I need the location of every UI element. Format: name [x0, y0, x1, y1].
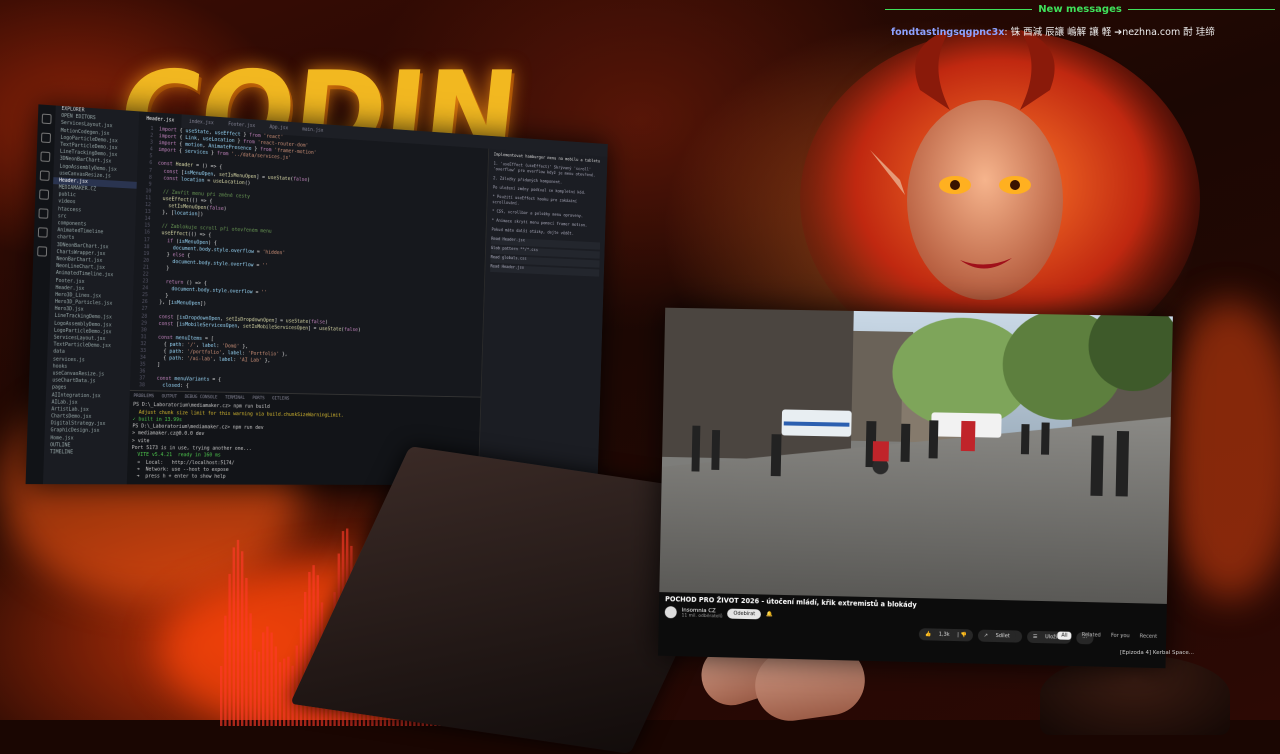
audio-bar — [278, 662, 282, 726]
audio-bar — [249, 613, 252, 726]
bell-icon[interactable]: 🔔 — [766, 612, 773, 618]
channel-subscribers: 11 mil. odběratelů — [681, 612, 723, 619]
video-player[interactable] — [659, 307, 1173, 604]
audio-bar — [224, 615, 227, 726]
chat-overlay: New messages fondtastingsqgpnc3x: 铢 酉減 辰… — [885, 4, 1275, 38]
remote-icon[interactable] — [37, 227, 48, 238]
ai-chat-panel: Implementovat hamburger menu na mobilu a… — [477, 148, 608, 486]
audio-bar — [241, 551, 244, 726]
channel-row: Insomnia CZ 11 mil. odběratelů Odebírat … — [664, 606, 773, 621]
explorer-sidebar: EXPLORER OPEN EDITORS ServicesLayout.jsx M… — [42, 105, 140, 485]
audio-bar — [228, 573, 231, 726]
divider — [1127, 9, 1275, 10]
street-scene — [659, 307, 1173, 604]
chat-text: : 铢 酉減 辰讓 嶋解 讓 軽 ➔nezhna.com 酎 珪缔 — [1004, 27, 1215, 38]
like-count: 1,3k — [932, 628, 956, 642]
audio-bar — [270, 632, 273, 726]
code-view[interactable]: 1 import { useState, useEffect } from 're… — [130, 125, 488, 397]
chat-message: fondtastingsqgpnc3x: 铢 酉減 辰讓 嶋解 讓 軽 ➔nez… — [885, 24, 1275, 38]
video-window: POCHOD PRO ŽIVOT 2026 - útočení mládí, k… — [657, 307, 1173, 669]
related-video-item[interactable]: [Epizoda 4] Kerbal Space... — [1120, 650, 1194, 656]
tab-related[interactable]: Related — [1082, 632, 1101, 640]
channel-avatar[interactable] — [664, 606, 677, 619]
explorer-icon[interactable] — [41, 113, 52, 125]
divider — [885, 9, 1033, 10]
source-control-icon[interactable] — [40, 151, 51, 162]
audio-bar — [220, 666, 223, 726]
share-label: Sdílet — [989, 629, 1016, 643]
tab-for-you[interactable]: For you — [1111, 633, 1130, 641]
like-button[interactable]: 👍 1,3k | 👎 — [918, 628, 973, 642]
audio-bar — [283, 658, 286, 726]
chat-username[interactable]: fondtastingsqgpnc3x — [891, 27, 1004, 38]
testing-icon[interactable] — [38, 208, 49, 219]
audio-bar — [236, 539, 240, 726]
extensions-icon[interactable] — [39, 189, 50, 200]
audio-bar — [232, 547, 235, 726]
audio-bar — [245, 577, 248, 726]
tab-all[interactable]: All — [1057, 631, 1072, 640]
chat-header: New messages — [885, 4, 1275, 15]
audio-bar — [266, 626, 269, 726]
explorer-file[interactable]: TIMELINE — [44, 449, 128, 457]
new-messages-label: New messages — [1038, 4, 1122, 15]
audio-bar — [287, 656, 290, 726]
audio-bar — [262, 632, 265, 726]
devil-illustration — [800, 30, 1200, 350]
channel-info: Insomnia CZ 11 mil. odběratelů — [682, 607, 723, 619]
audio-bar — [253, 649, 256, 726]
debug-icon[interactable] — [39, 170, 50, 181]
audio-bar — [274, 646, 277, 726]
audio-bar — [257, 651, 261, 726]
share-button[interactable]: ↗ Sdílet — [977, 629, 1022, 643]
audio-bar — [299, 618, 303, 726]
code-editor-window: EXPLORER OPEN EDITORS ServicesLayout.jsx M… — [25, 104, 608, 486]
docker-icon[interactable] — [37, 246, 48, 257]
search-icon[interactable] — [41, 132, 51, 144]
tab-recent[interactable]: Recent — [1140, 633, 1158, 641]
subscribe-button[interactable]: Odebírat — [727, 608, 762, 620]
